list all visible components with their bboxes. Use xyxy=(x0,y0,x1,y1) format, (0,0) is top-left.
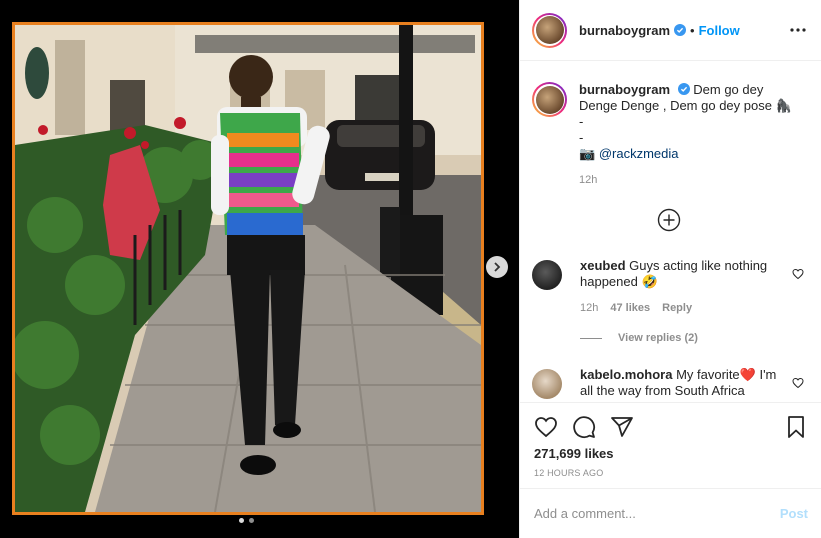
next-photo-button[interactable] xyxy=(486,256,508,278)
post-caption: burnaboygram Dem go dey Denge Denge , De… xyxy=(532,82,812,188)
view-replies-button[interactable]: View replies (2) xyxy=(580,332,698,344)
author-username[interactable]: burnaboygram xyxy=(579,23,670,38)
reply-button[interactable]: Reply xyxy=(662,300,692,316)
post-timestamp[interactable]: 12 HOURS AGO xyxy=(534,468,603,478)
media-panel xyxy=(0,0,519,538)
comment-input[interactable] xyxy=(534,506,780,521)
carousel-dot-active xyxy=(239,518,244,523)
follow-button[interactable]: Follow xyxy=(699,23,740,38)
caption-time[interactable]: 12h xyxy=(579,172,804,188)
more-options-icon xyxy=(790,28,806,32)
caption-username[interactable]: burnaboygram xyxy=(579,82,670,97)
verified-badge-icon xyxy=(677,83,690,95)
load-more-icon[interactable] xyxy=(657,208,681,232)
action-bar xyxy=(534,415,634,439)
separator-dot: • xyxy=(690,22,695,38)
author-avatar[interactable] xyxy=(532,12,567,48)
post-image xyxy=(15,25,481,512)
heart-icon[interactable] xyxy=(534,415,558,439)
comment-item: xeubed Guys acting like nothing happened… xyxy=(532,258,812,316)
verified-badge-icon xyxy=(674,24,687,36)
bookmark-icon[interactable] xyxy=(784,415,808,439)
comment-like-icon[interactable] xyxy=(792,268,804,280)
commenter-avatar[interactable] xyxy=(532,260,562,290)
post-actions-section: 271,699 likes 12 HOURS AGO xyxy=(520,402,821,488)
carousel-indicator xyxy=(239,518,254,523)
post-comment-button[interactable]: Post xyxy=(780,506,808,521)
instagram-post-modal: burnaboygram • Follow burnaboygram Dem g… xyxy=(0,0,821,538)
likes-count[interactable]: 271,699 likes xyxy=(534,446,614,461)
caption-avatar[interactable] xyxy=(532,82,567,117)
more-options-button[interactable] xyxy=(788,20,808,40)
post-photo[interactable] xyxy=(12,22,484,515)
commenter-username[interactable]: kabelo.mohora xyxy=(580,367,672,382)
caption-dash: - xyxy=(579,130,584,145)
next-arrow-icon xyxy=(494,262,501,272)
comments-list[interactable]: burnaboygram Dem go dey Denge Denge , De… xyxy=(520,62,821,402)
camera-emoji: 📷 xyxy=(579,146,596,161)
comment-item: kabelo.mohora My favorite❤️ I'm all the … xyxy=(532,367,812,399)
carousel-dot xyxy=(249,518,254,523)
share-icon[interactable] xyxy=(610,415,634,439)
add-comment-bar: Post xyxy=(520,488,821,538)
comment-likes[interactable]: 47 likes xyxy=(610,300,650,316)
commenter-username[interactable]: xeubed xyxy=(580,258,626,273)
post-header: burnaboygram • Follow xyxy=(520,0,821,61)
comment-time[interactable]: 12h xyxy=(580,300,598,316)
comment-icon[interactable] xyxy=(572,415,596,439)
post-side-panel: burnaboygram • Follow burnaboygram Dem g… xyxy=(519,0,821,538)
commenter-avatar[interactable] xyxy=(532,369,562,399)
caption-mention[interactable]: @rackzmedia xyxy=(599,146,679,161)
caption-dash: - xyxy=(579,114,584,129)
comment-like-icon[interactable] xyxy=(792,377,804,389)
